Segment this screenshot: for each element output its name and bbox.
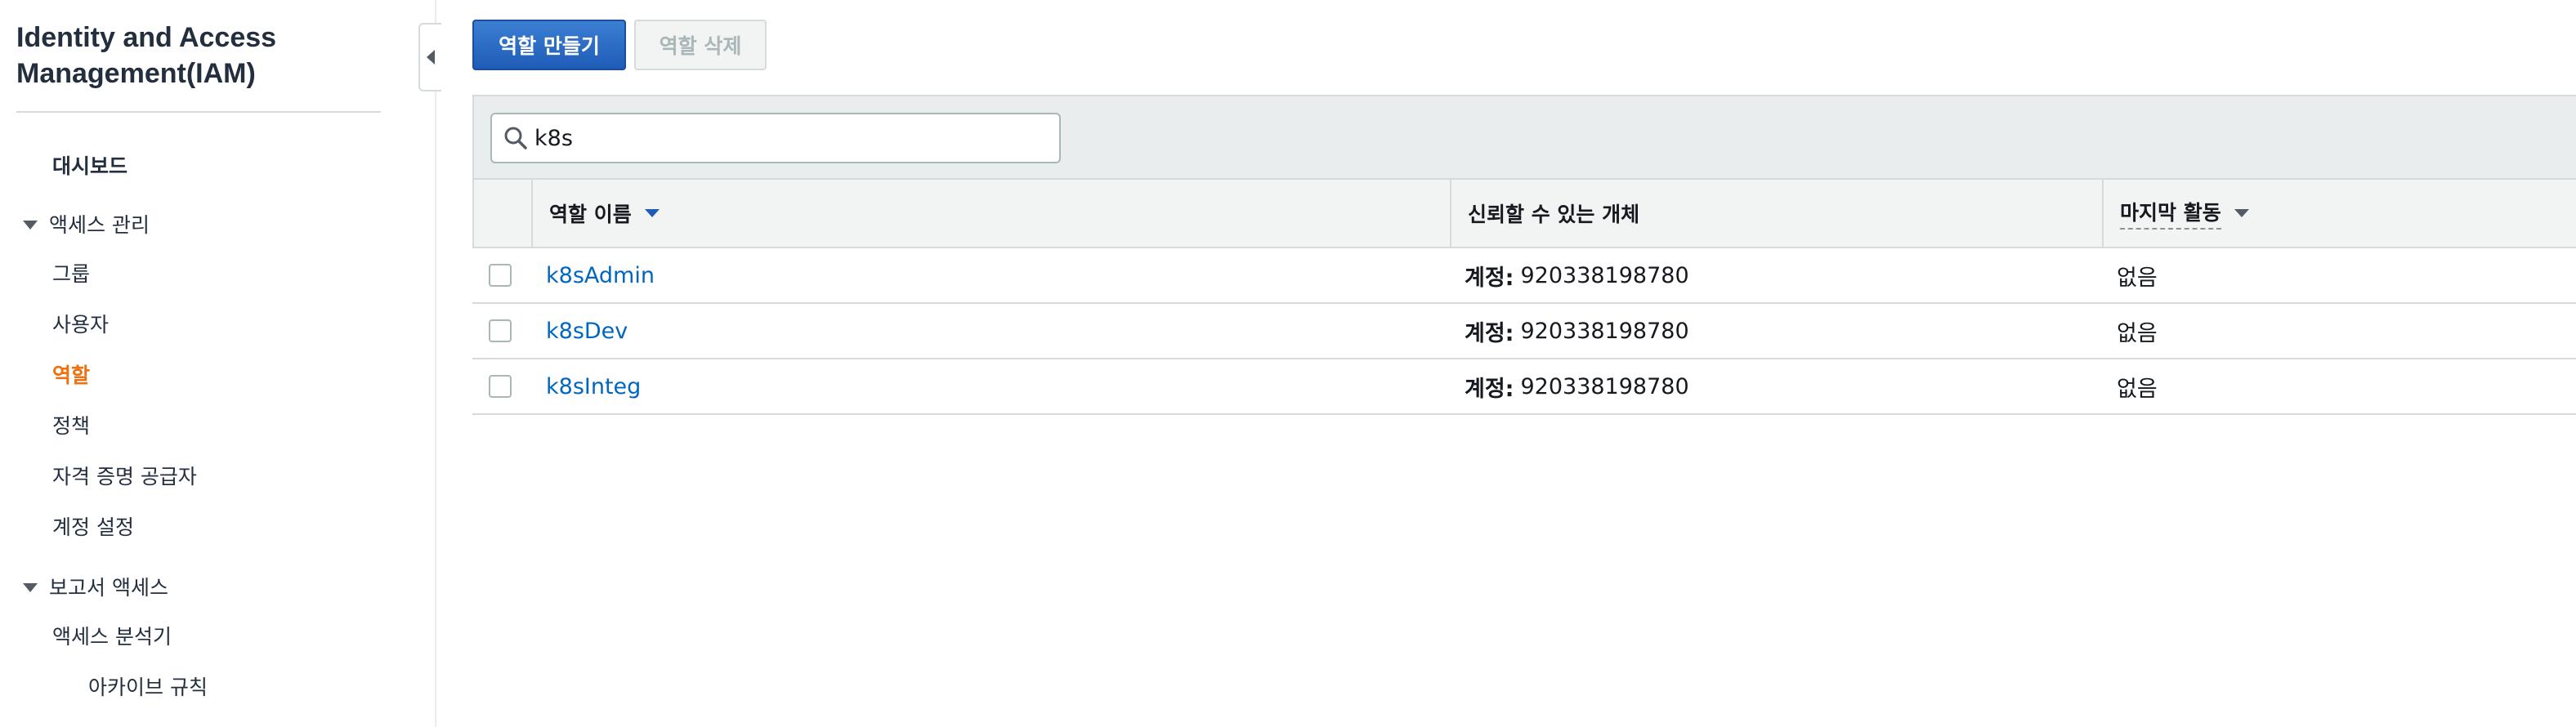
trust-value: 920338198780: [1520, 262, 1689, 288]
sidebar-item-account-settings[interactable]: 계정 설정: [52, 511, 134, 541]
column-header-role-name[interactable]: 역할 이름: [531, 180, 1450, 247]
table-header: 역할 이름 신뢰할 수 있는 개체 마지막 활동: [472, 180, 2576, 248]
sidebar: Identity and Access Management(IAM) 대시보드…: [0, 0, 436, 727]
caret-down-icon: [23, 220, 38, 230]
table-filter-bar: [472, 95, 2576, 180]
row-checkbox[interactable]: [489, 319, 512, 342]
service-title[interactable]: Identity and Access Management(IAM): [16, 20, 392, 91]
trusted-entity: 계정: 920338198780: [1465, 248, 1689, 302]
sidebar-item-archive-rules[interactable]: 아카이브 규칙: [88, 671, 208, 701]
triangle-left-icon: [427, 50, 435, 65]
trust-label: 계정:: [1465, 320, 1514, 346]
trust-value: 920338198780: [1520, 373, 1689, 399]
sidebar-item-roles[interactable]: 역할: [52, 359, 90, 389]
last-activity: 없음: [2117, 265, 2158, 291]
last-activity: 없음: [2117, 376, 2158, 402]
role-name-link[interactable]: k8sAdmin: [546, 248, 655, 302]
sort-icon: [2234, 209, 2249, 217]
search-icon: [504, 127, 527, 149]
sort-descending-icon: [644, 209, 660, 217]
column-header-last-activity[interactable]: 마지막 활동: [2102, 180, 2576, 247]
sidebar-section-access-reports[interactable]: 보고서 액세스: [23, 572, 168, 601]
column-header-label: 신뢰할 수 있는 개체: [1468, 203, 1640, 226]
sidebar-divider: [16, 111, 381, 113]
trusted-entity: 계정: 920338198780: [1465, 359, 1689, 413]
row-checkbox[interactable]: [489, 264, 512, 287]
trust-label: 계정:: [1465, 265, 1514, 291]
sidebar-item-groups[interactable]: 그룹: [52, 258, 90, 288]
section-label: 액세스 관리: [49, 213, 150, 237]
caret-down-icon: [23, 582, 38, 592]
row-checkbox[interactable]: [489, 375, 512, 398]
sidebar-item-identity-providers[interactable]: 자격 증명 공급자: [52, 461, 197, 490]
sidebar-item-policies[interactable]: 정책: [52, 410, 90, 439]
last-activity: 없음: [2117, 320, 2158, 346]
select-all-header: [474, 180, 531, 247]
sidebar-item-access-analyzer[interactable]: 액세스 분석기: [52, 621, 172, 650]
create-role-button[interactable]: 역할 만들기: [472, 20, 626, 70]
collapse-sidebar-button[interactable]: [418, 23, 441, 91]
sidebar-section-access-management[interactable]: 액세스 관리: [23, 209, 150, 239]
table-row[interactable]: k8sAdmin 계정: 920338198780 없음: [472, 248, 2576, 304]
column-header-label: 역할 이름: [549, 203, 632, 226]
column-header-label: 마지막 활동: [2120, 197, 2221, 230]
search-input[interactable]: [534, 114, 1041, 162]
trust-value: 920338198780: [1520, 318, 1689, 344]
section-label: 보고서 액세스: [49, 576, 168, 600]
column-header-trusted-entity[interactable]: 신뢰할 수 있는 개체: [1450, 180, 2102, 247]
table-row[interactable]: k8sDev 계정: 920338198780 없음: [472, 304, 2576, 359]
table-row[interactable]: k8sInteg 계정: 920338198780 없음: [472, 359, 2576, 415]
roles-table: 역할 이름 신뢰할 수 있는 개체 마지막 활동 k8sAdmin 계정:920…: [472, 95, 2576, 415]
search-box[interactable]: [490, 113, 1061, 163]
trusted-entity: 계정: 920338198780: [1465, 304, 1689, 358]
role-name-link[interactable]: k8sInteg: [546, 359, 641, 413]
sidebar-item-dashboard[interactable]: 대시보드: [52, 150, 127, 180]
delete-role-button[interactable]: 역할 삭제: [634, 20, 767, 70]
trust-label: 계정:: [1465, 376, 1514, 402]
role-name-link[interactable]: k8sDev: [546, 304, 628, 358]
sidebar-item-users[interactable]: 사용자: [52, 309, 109, 338]
